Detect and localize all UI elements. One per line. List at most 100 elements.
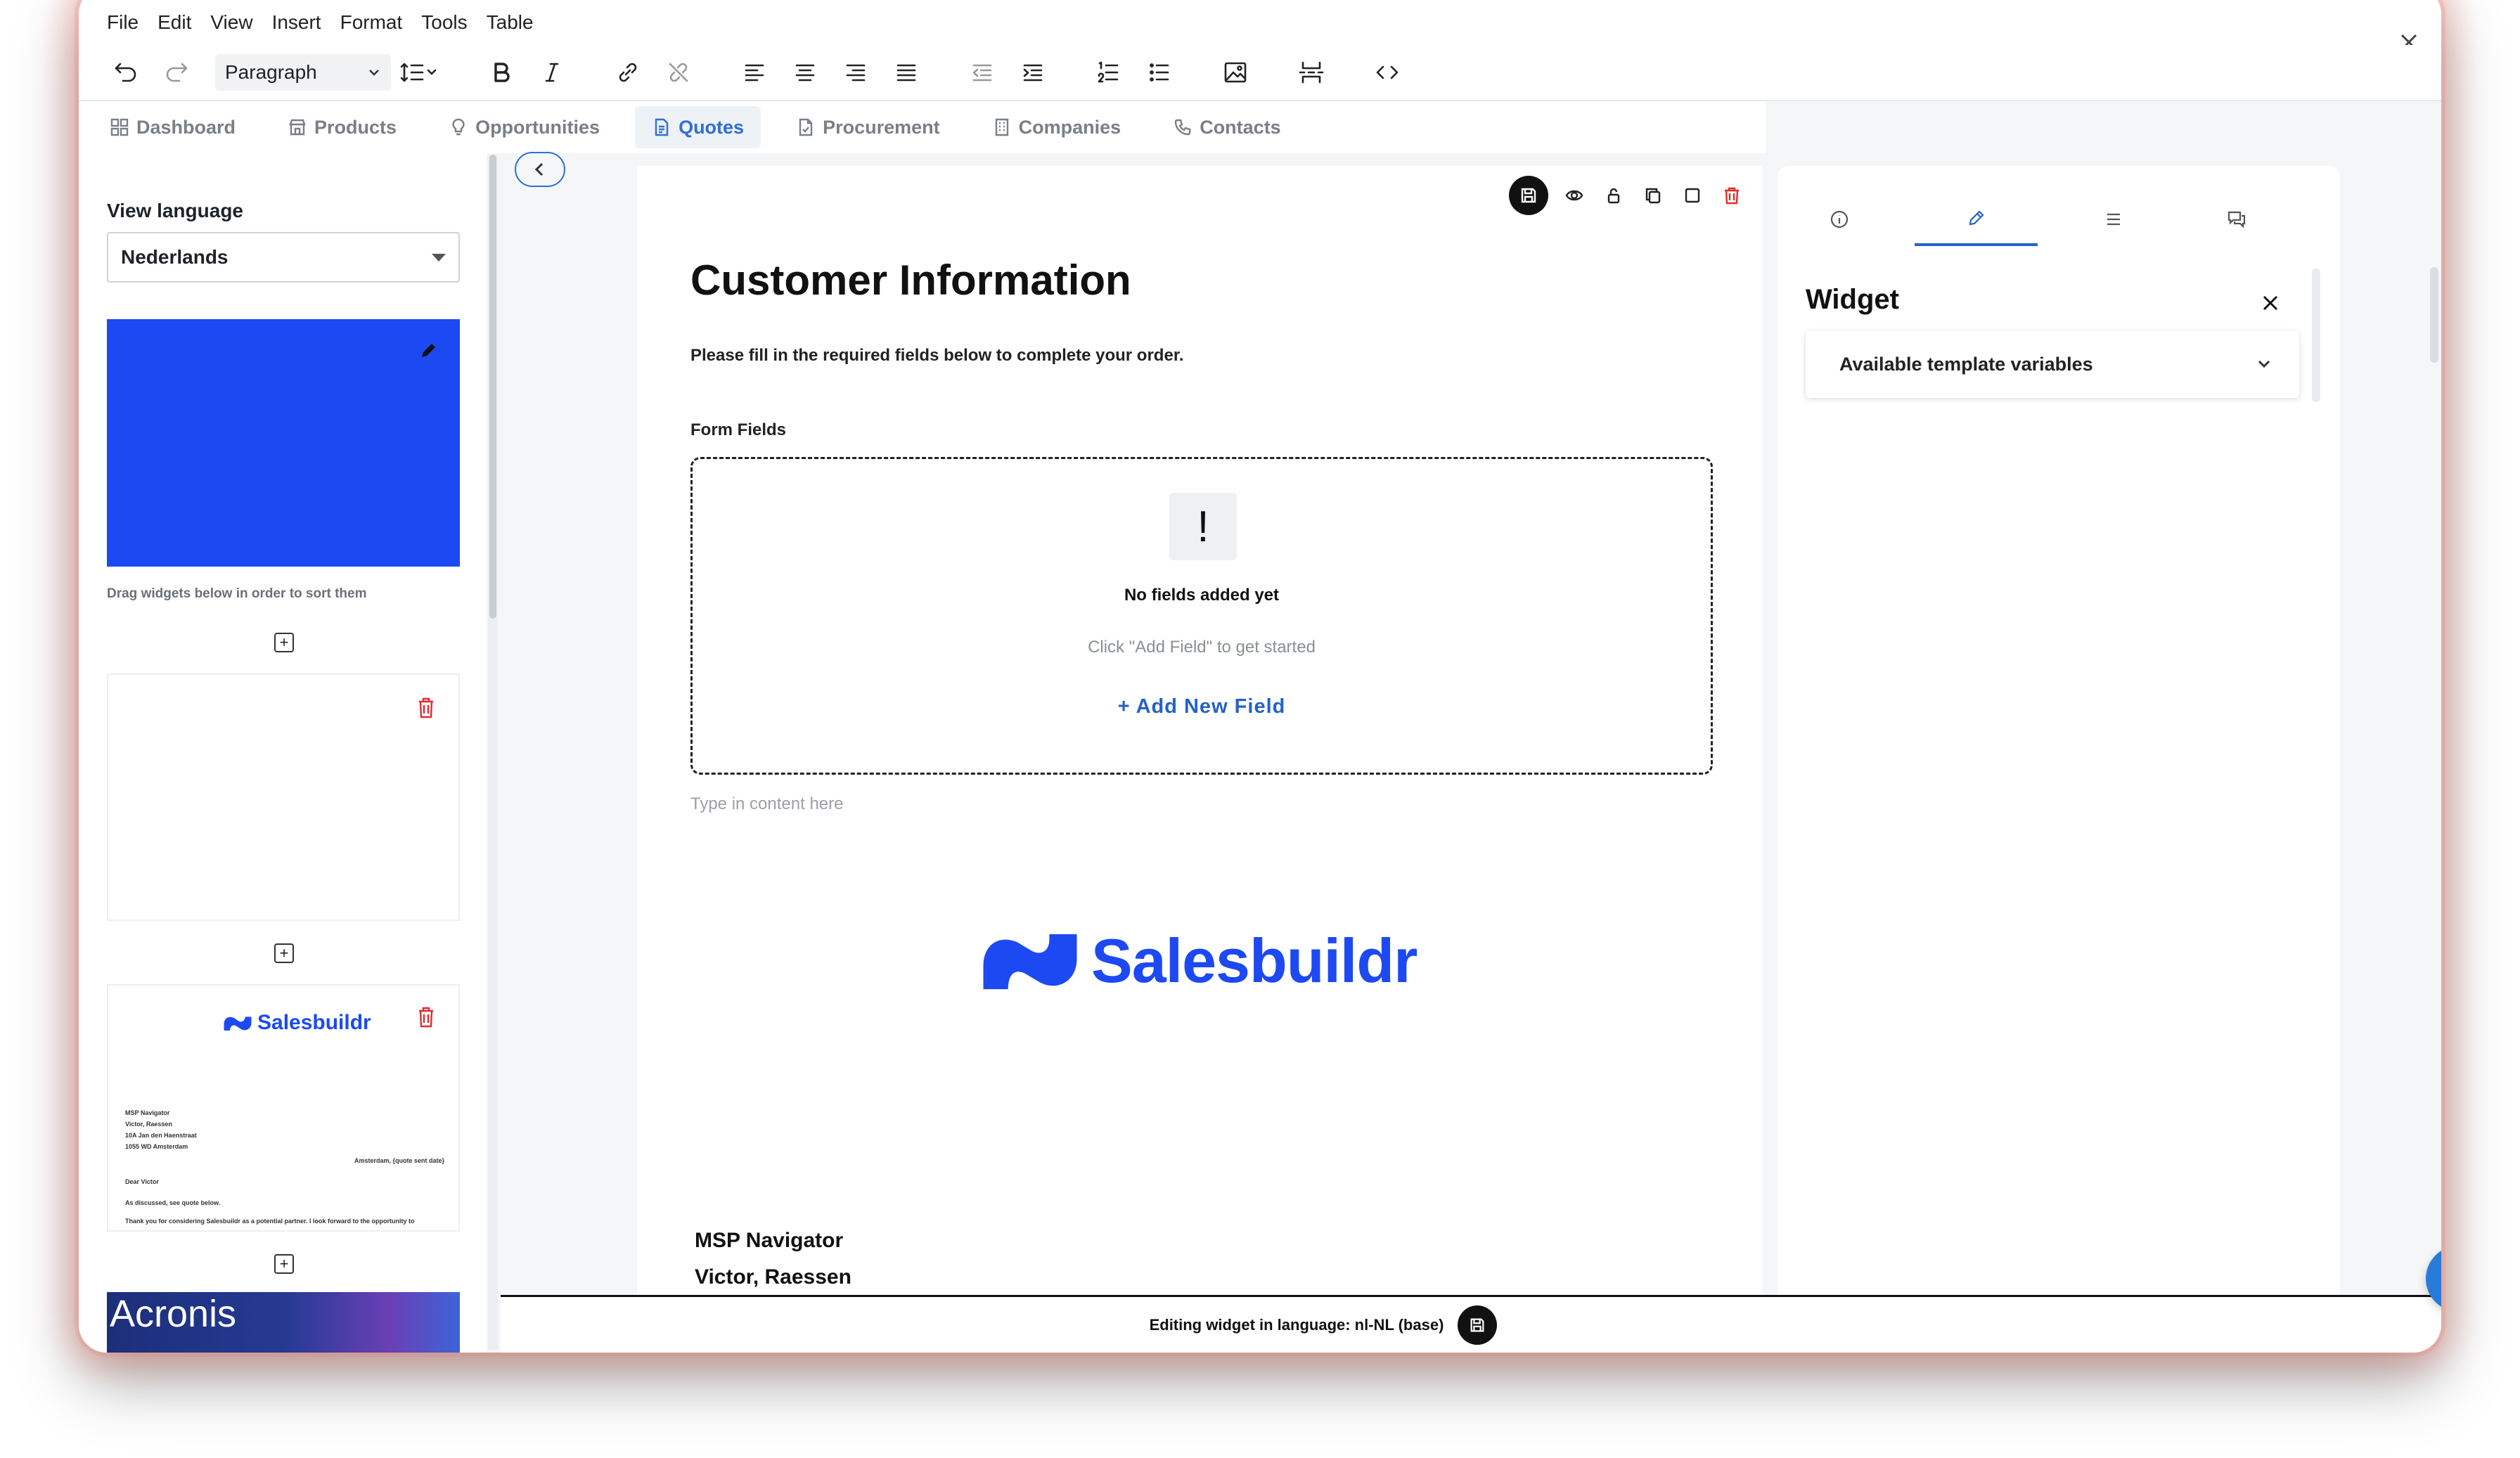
form-fields-dropzone[interactable]: ! No fields added yet Click "Add Field" … xyxy=(690,457,1713,775)
chevron-down-icon xyxy=(369,70,379,76)
image-icon[interactable] xyxy=(1216,53,1254,91)
add-widget-button[interactable]: + xyxy=(274,1254,294,1274)
link-icon[interactable] xyxy=(609,53,647,91)
block-format-select[interactable]: Paragraph xyxy=(215,54,391,91)
pencil-icon[interactable] xyxy=(418,340,439,361)
view-language-select[interactable]: Nederlands xyxy=(107,232,460,283)
menubar: File Edit View Insert Format Tools Table xyxy=(79,0,2441,45)
empty-state-title: No fields added yet xyxy=(1124,586,1280,605)
thumb-line: 1055 WD Amsterdam xyxy=(125,1143,188,1150)
nav-companies-label: Companies xyxy=(1018,116,1121,138)
address-line[interactable]: MSP Navigator xyxy=(695,1229,843,1253)
tab-info[interactable] xyxy=(1778,193,1901,246)
widget-sidebar: View language Nederlands Drag widgets be… xyxy=(79,153,487,1353)
nav-companies[interactable]: Companies xyxy=(992,106,1121,148)
widget-thumb-cover[interactable] xyxy=(107,319,460,567)
save-icon[interactable] xyxy=(1509,176,1548,215)
unlink-icon[interactable] xyxy=(660,53,698,91)
nav-procurement[interactable]: Procurement xyxy=(796,106,940,148)
tab-edit[interactable] xyxy=(1915,193,2038,246)
file-icon xyxy=(799,118,813,136)
page-break-icon[interactable] xyxy=(1292,53,1330,91)
menu-insert[interactable]: Insert xyxy=(272,11,321,34)
collapse-sidebar-button[interactable] xyxy=(515,152,565,187)
brand-wordmark: Salesbuildr xyxy=(1091,926,1418,995)
add-new-field-button[interactable]: + Add New Field xyxy=(693,695,1711,718)
align-center-icon[interactable] xyxy=(786,53,824,91)
status-text: Editing widget in language: nl-NL (base) xyxy=(1149,1315,1444,1334)
trash-icon[interactable] xyxy=(416,1005,436,1029)
widget-thumb-empty[interactable] xyxy=(107,673,460,921)
add-widget-button[interactable]: + xyxy=(274,633,294,652)
sidebar-scrollbar-thumb[interactable] xyxy=(489,155,496,619)
duplicate-icon[interactable] xyxy=(1640,182,1666,209)
address-line[interactable]: Victor, Raessen xyxy=(695,1265,851,1289)
tab-comments[interactable] xyxy=(2175,193,2298,246)
caret-down-icon xyxy=(432,253,446,262)
app-window: File Edit View Insert Format Tools Table… xyxy=(79,0,2441,1353)
nav-quotes[interactable]: Quotes xyxy=(635,106,761,148)
close-icon[interactable] xyxy=(2260,292,2281,314)
align-left-icon[interactable] xyxy=(735,53,773,91)
indent-icon[interactable] xyxy=(1014,53,1052,91)
building-icon xyxy=(995,118,1008,136)
line-height-icon[interactable] xyxy=(395,53,444,91)
menu-file[interactable]: File xyxy=(107,11,139,34)
thumb-line: MSP Navigator xyxy=(125,1109,170,1116)
drag-hint: Drag widgets below in order to sort them xyxy=(107,586,367,601)
italic-icon[interactable] xyxy=(533,53,571,91)
bullet-list-icon[interactable] xyxy=(1140,53,1178,91)
frame-icon[interactable] xyxy=(1679,182,1706,209)
block-format-value: Paragraph xyxy=(225,61,317,83)
trash-icon[interactable] xyxy=(1718,182,1745,209)
properties-panel: Widget Available template variables xyxy=(1778,166,2340,1353)
page-scrollbar[interactable] xyxy=(2430,267,2438,363)
undo-icon[interactable] xyxy=(107,53,145,91)
thumb-line: Thank you for considering Salesbuildr as… xyxy=(125,1218,415,1225)
empty-state-subtitle: Click "Add Field" to get started xyxy=(1088,638,1316,657)
add-new-field-label: Add New Field xyxy=(1136,695,1286,718)
widget-thumb-acronis[interactable]: Acronis xyxy=(107,1292,460,1353)
source-code-icon[interactable] xyxy=(1368,53,1406,91)
widget-tools xyxy=(1496,176,1745,215)
menu-tools[interactable]: Tools xyxy=(421,11,467,34)
menu-edit[interactable]: Edit xyxy=(158,11,191,34)
eye-icon[interactable] xyxy=(1561,182,1588,209)
thumb-line: As discussed, see quote below. xyxy=(125,1199,221,1206)
salesbuildr-logo: Salesbuildr xyxy=(982,925,1418,997)
nav-dashboard[interactable]: Dashboard xyxy=(110,106,236,148)
chevron-down-icon xyxy=(2258,360,2270,368)
thumb-line: Amsterdam, {quote sent date} xyxy=(354,1157,445,1164)
nav-products[interactable]: Products xyxy=(288,106,397,148)
tab-list[interactable] xyxy=(2052,193,2175,246)
panel-tabs xyxy=(1778,193,2298,246)
info-icon xyxy=(1830,210,1848,228)
numbered-list-icon[interactable] xyxy=(1090,53,1128,91)
lock-icon[interactable] xyxy=(1600,182,1627,209)
panel-scrollbar[interactable] xyxy=(2312,269,2320,402)
menu-format[interactable]: Format xyxy=(340,11,403,34)
align-right-icon[interactable] xyxy=(837,53,875,91)
view-language-label: View language xyxy=(107,200,243,221)
align-justify-icon[interactable] xyxy=(887,53,925,91)
nav-contacts[interactable]: Contacts xyxy=(1173,106,1281,148)
salesbuildr-mark-icon xyxy=(983,934,1077,990)
widget-thumb-letter[interactable]: Salesbuildr MSP Navigator Victor, Raesse… xyxy=(107,984,460,1232)
store-icon xyxy=(289,119,306,136)
nav-opportunities[interactable]: Opportunities xyxy=(449,106,600,148)
thumb-line: Victor, Raessen xyxy=(125,1121,172,1128)
thumb-line: Dear Victor xyxy=(125,1178,159,1185)
page-title[interactable]: Customer Information xyxy=(690,256,1131,304)
redo-icon[interactable] xyxy=(158,53,195,91)
save-icon[interactable] xyxy=(1458,1305,1498,1345)
bold-icon[interactable] xyxy=(482,53,520,91)
menu-view[interactable]: View xyxy=(210,11,252,34)
menu-table[interactable]: Table xyxy=(487,11,534,34)
add-widget-button[interactable]: + xyxy=(274,943,294,963)
content-placeholder[interactable]: Type in content here xyxy=(690,794,843,814)
status-bar: Editing widget in language: nl-NL (base) xyxy=(501,1295,2441,1353)
trash-icon[interactable] xyxy=(416,696,436,720)
document-subtitle[interactable]: Please fill in the required fields below… xyxy=(690,346,1184,366)
template-variables-accordion[interactable]: Available template variables xyxy=(1806,330,2299,398)
outdent-icon[interactable] xyxy=(963,53,1001,91)
